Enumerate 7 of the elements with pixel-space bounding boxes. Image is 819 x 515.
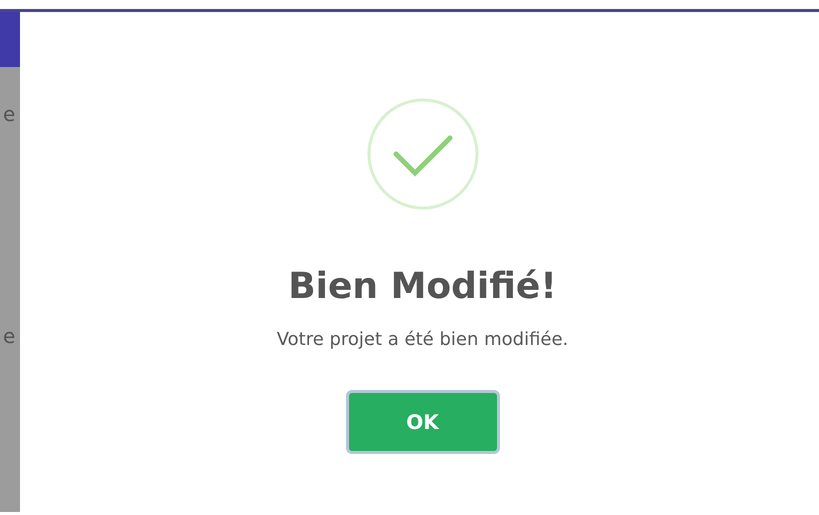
dialog-message: Votre projet a été bien modifiée.: [276, 329, 568, 350]
ok-button[interactable]: OK: [346, 390, 500, 454]
dialog-title: Bien Modifié!: [288, 266, 557, 307]
background-text: e: [3, 324, 16, 348]
header-bar: [0, 12, 20, 67]
success-check-icon: [366, 98, 478, 210]
background-text: e: [3, 102, 16, 126]
